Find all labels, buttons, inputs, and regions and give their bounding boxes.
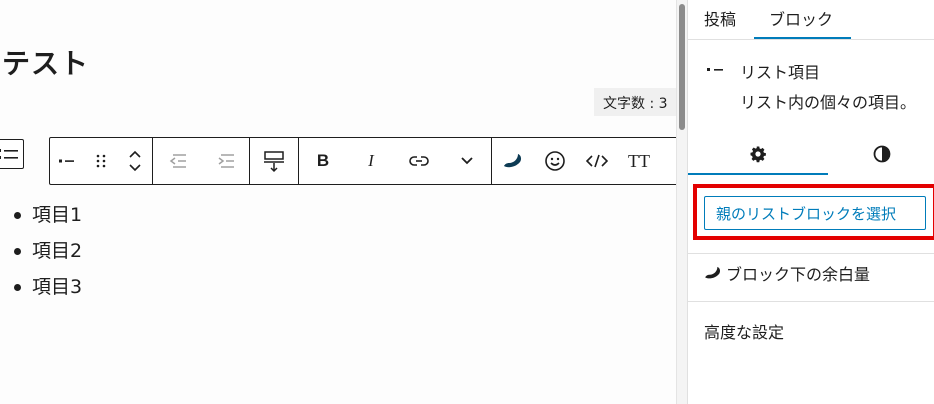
settings-sidebar: 投稿 ブロック リスト項目 リスト内の個々の項目。 親のリストブロックを選択 ブ… <box>687 0 934 404</box>
list-item[interactable]: 項目2 <box>14 233 82 269</box>
toolbar-group-margin <box>250 138 299 184</box>
panel-advanced-label: 高度な設定 <box>704 323 785 342</box>
block-card-description: リスト内の個々の項目。 <box>740 93 917 112</box>
bold-icon[interactable]: B <box>299 138 347 184</box>
tab-styles[interactable] <box>828 131 934 176</box>
active-subtab-indicator <box>688 173 828 175</box>
editor-scrollbar[interactable] <box>676 0 687 404</box>
block-card-title: リスト項目 <box>740 63 821 82</box>
panel-advanced-toggle[interactable]: 高度な設定 <box>704 319 784 343</box>
block-card: リスト項目 リスト内の個々の項目。 <box>688 40 934 118</box>
panel-divider <box>688 301 934 302</box>
list-block: 項目1 項目2 項目3 <box>14 197 82 305</box>
panel-divider <box>688 253 934 254</box>
italic-icon[interactable]: I <box>347 138 395 184</box>
margin-bottom-icon[interactable] <box>250 138 298 184</box>
inspector-tabs <box>688 131 934 176</box>
list-block-icon[interactable] <box>0 139 24 169</box>
indent-icon[interactable] <box>201 138 249 184</box>
scrollbar-thumb[interactable] <box>679 4 685 130</box>
list-item[interactable]: 項目3 <box>14 269 82 305</box>
list-item[interactable]: 項目1 <box>14 197 82 233</box>
emoji-icon[interactable] <box>534 138 576 184</box>
panel-margin-label: ブロック下の余白量 <box>726 265 871 284</box>
move-up-icon[interactable] <box>129 150 141 158</box>
active-tab-indicator <box>754 37 851 39</box>
block-toolbar: B I TT <box>49 137 676 185</box>
gear-icon <box>750 146 766 162</box>
drag-handle-icon[interactable] <box>84 138 118 184</box>
more-chevron-icon[interactable] <box>443 138 491 184</box>
toolbar-group-indent <box>153 138 250 184</box>
contrast-icon <box>873 145 890 162</box>
list-item-icon[interactable] <box>50 138 84 184</box>
tab-settings[interactable] <box>688 131 828 176</box>
sidebar-tabs: 投稿 ブロック <box>688 0 934 40</box>
panel-margin-toggle[interactable]: ブロック下の余白量 <box>704 261 870 285</box>
move-buttons <box>118 138 152 184</box>
toolbar-group-block <box>50 138 153 184</box>
editor-canvas: テスト 文字数 : 3 B I TT 項目1 項目2 項目3 <box>0 0 676 404</box>
swell-icon[interactable] <box>492 138 534 184</box>
post-title[interactable]: テスト <box>2 42 89 82</box>
move-down-icon[interactable] <box>129 164 141 172</box>
outdent-icon[interactable] <box>153 138 201 184</box>
select-parent-block-button[interactable]: 親のリストブロックを選択 <box>704 196 926 230</box>
toolbar-group-format: B I <box>299 138 492 184</box>
code-icon[interactable] <box>576 138 618 184</box>
toolbar-group-extra: TT <box>492 138 660 184</box>
list-item-icon <box>706 60 726 79</box>
tab-post[interactable]: 投稿 <box>704 6 736 30</box>
char-count-badge: 文字数 : 3 <box>594 88 676 116</box>
tab-block[interactable]: ブロック <box>769 6 833 30</box>
text-size-icon[interactable]: TT <box>618 138 660 184</box>
link-icon[interactable] <box>395 138 443 184</box>
swell-icon <box>705 266 721 279</box>
list-icon <box>0 149 18 159</box>
